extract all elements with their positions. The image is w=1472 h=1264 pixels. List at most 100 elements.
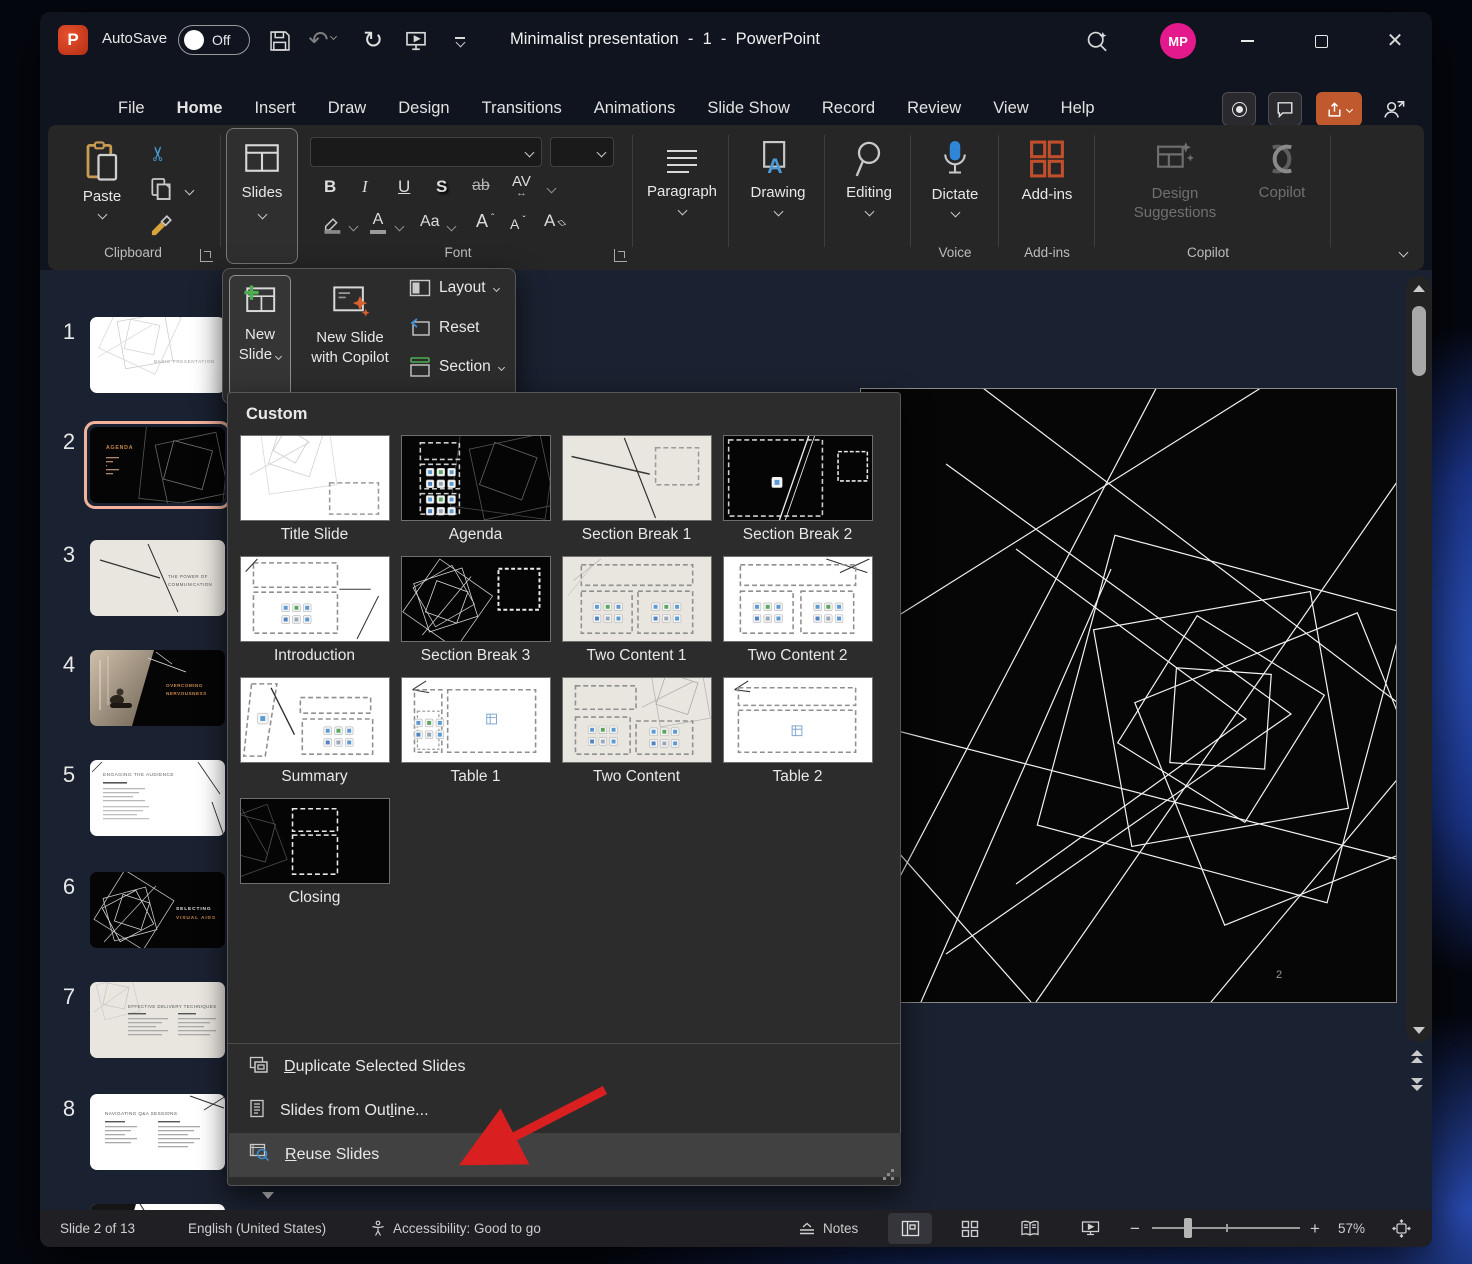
menu-item-duplicate-selected-slides[interactable]: Duplicate Selected Slides	[229, 1045, 901, 1089]
maximize-button[interactable]	[1298, 27, 1344, 55]
next-slide-button[interactable]	[1411, 1078, 1423, 1091]
slide-thumbnail-2[interactable]: AGENDA	[90, 427, 225, 503]
layout-option-section-break-1[interactable]: Section Break 1	[556, 435, 717, 544]
shrink-font-button[interactable]: Aˇ	[510, 215, 526, 232]
clear-formatting-button[interactable]: A▱	[544, 211, 567, 231]
character-spacing-button[interactable]: AV↔	[512, 173, 531, 196]
layout-option-section-break-2[interactable]: Section Break 2	[717, 435, 878, 544]
addins-group-label: Add-ins	[1008, 245, 1086, 260]
layout-option-two-content[interactable]: Two Content	[556, 677, 717, 786]
slides-group-button[interactable]: Slides	[226, 128, 298, 264]
layout-button[interactable]: Layout	[409, 279, 499, 297]
copy-button[interactable]	[150, 177, 172, 206]
scrollbar-thumb[interactable]	[1412, 306, 1426, 376]
strikethrough-button[interactable]: ab	[472, 177, 490, 195]
accessibility-status[interactable]: Accessibility: Good to go	[370, 1220, 541, 1237]
slide-thumbnail-1[interactable]: BASIC PRESENTATION	[90, 317, 225, 393]
slide-thumbnail-7[interactable]: EFFECTIVE DELIVERY TECHNIQUES	[90, 982, 225, 1058]
reset-button[interactable]: Reset	[409, 318, 480, 338]
close-button[interactable]: ✕	[1372, 25, 1418, 55]
collapse-ribbon-button[interactable]	[1399, 248, 1409, 258]
layout-option-table-1[interactable]: Table 1	[395, 677, 556, 786]
slide-sorter-view-button[interactable]	[948, 1213, 992, 1244]
normal-view-button[interactable]	[888, 1213, 932, 1244]
zoom-in-button[interactable]: +	[1310, 1219, 1320, 1239]
layout-option-title-slide[interactable]: Title Slide	[234, 435, 395, 544]
slideshow-view-button[interactable]	[1068, 1213, 1112, 1244]
resize-grip[interactable]	[883, 1168, 895, 1180]
notes-button[interactable]: Notes	[798, 1221, 858, 1236]
highlight-color-button[interactable]	[322, 213, 344, 235]
font-name-combobox[interactable]	[310, 137, 542, 167]
zoom-out-button[interactable]: −	[1130, 1219, 1140, 1239]
paste-button[interactable]: Paste	[72, 139, 132, 249]
character-spacing-chevron[interactable]	[547, 184, 557, 194]
highlight-color-chevron[interactable]	[349, 222, 359, 232]
new-slide-with-copilot-button[interactable]: New Slidewith Copilot	[297, 275, 403, 397]
italic-button[interactable]: I	[362, 177, 368, 197]
format-painter-button[interactable]	[148, 213, 174, 244]
avatar[interactable]: MP	[1160, 23, 1196, 59]
layout-option-closing[interactable]: Closing	[234, 798, 395, 907]
grow-font-button[interactable]: Aˆ	[476, 211, 494, 232]
copilot-search-icon[interactable]	[1082, 26, 1112, 56]
comments-button[interactable]	[1268, 92, 1302, 126]
previous-slide-button[interactable]	[1411, 1050, 1423, 1063]
dictate-button[interactable]: Dictate	[920, 139, 990, 221]
underline-button[interactable]: U	[398, 177, 410, 197]
font-color-chevron[interactable]	[395, 222, 405, 232]
slide-thumbnail-5[interactable]: ENGAGING THE AUDIENCE	[90, 760, 225, 836]
scroll-down-arrow[interactable]	[1413, 1027, 1425, 1034]
text-shadow-button[interactable]: S	[436, 177, 447, 197]
slide-canvas[interactable]: 2	[860, 388, 1397, 1003]
bold-button[interactable]: B	[324, 177, 336, 197]
save-button[interactable]	[266, 27, 294, 55]
layout-option-agenda[interactable]: Agenda	[395, 435, 556, 544]
share-button[interactable]	[1316, 92, 1362, 126]
language-indicator[interactable]: English (United States)	[188, 1221, 326, 1236]
layout-option-table-2[interactable]: Table 2	[717, 677, 878, 786]
menu-item-reuse-slides[interactable]: Reuse Slides	[229, 1133, 901, 1177]
present-to-people-icon[interactable]	[1374, 92, 1414, 126]
layout-option-summary[interactable]: Summary	[234, 677, 395, 786]
slide-counter[interactable]: Slide 2 of 13	[60, 1221, 135, 1236]
font-size-combobox[interactable]	[550, 137, 614, 167]
new-slide-button[interactable]: NewSlide	[229, 275, 291, 397]
layout-option-introduction[interactable]: Introduction	[234, 556, 395, 665]
change-case-button[interactable]: Aa	[420, 213, 440, 231]
section-button[interactable]: Section	[409, 357, 504, 377]
minimize-button[interactable]	[1224, 27, 1270, 55]
zoom-slider[interactable]	[1152, 1227, 1300, 1229]
thumbnail-panel-scroll-down[interactable]	[262, 1192, 274, 1199]
slide-thumbnail-3[interactable]: THE POWER OFCOMMUNICATION	[90, 540, 225, 616]
copy-dropdown-chevron[interactable]	[185, 186, 195, 196]
reading-view-button[interactable]	[1008, 1213, 1052, 1244]
autosave-toggle[interactable]: Off	[178, 25, 250, 55]
clipboard-dialog-launcher[interactable]	[200, 249, 213, 262]
zoom-level[interactable]: 57%	[1338, 1221, 1365, 1236]
customize-quick-access-toolbar-button[interactable]	[448, 29, 472, 53]
font-dialog-launcher[interactable]	[614, 249, 627, 262]
start-slideshow-button[interactable]	[402, 27, 430, 55]
change-case-chevron[interactable]	[447, 222, 457, 232]
record-button[interactable]	[1222, 92, 1256, 126]
paragraph-button[interactable]: Paragraph	[644, 139, 720, 219]
cut-button[interactable]: ✂	[146, 145, 171, 162]
menu-item-slides-from-outline[interactable]: Slides from Outline...	[229, 1089, 901, 1133]
addins-button[interactable]: Add-ins	[1008, 139, 1086, 203]
slide-thumbnail-8[interactable]: NAVIGATING Q&A SESSIONS	[90, 1094, 225, 1170]
fit-slide-to-window-button[interactable]	[1392, 1219, 1411, 1238]
layout-option-section-break-3[interactable]: Section Break 3	[395, 556, 556, 665]
editing-button[interactable]: Editing	[834, 139, 904, 220]
redo-button[interactable]: ↻	[358, 24, 388, 56]
layout-option-two-content-1[interactable]: Two Content 1	[556, 556, 717, 665]
layout-option-two-content-2[interactable]: Two Content 2	[717, 556, 878, 665]
scroll-up-arrow[interactable]	[1413, 285, 1425, 292]
undo-button[interactable]: ↶	[304, 24, 340, 56]
drawing-button[interactable]: A Drawing	[740, 139, 816, 220]
slide-thumbnail-6[interactable]: SELECTINGVISUAL AIDS	[90, 872, 225, 948]
zoom-slider-thumb[interactable]	[1184, 1218, 1192, 1238]
slide-thumbnail-4[interactable]: OVERCOMINGNERVOUSNESS	[90, 650, 225, 726]
vertical-scrollbar[interactable]	[1406, 276, 1432, 1042]
font-color-button[interactable]: A	[370, 211, 386, 234]
